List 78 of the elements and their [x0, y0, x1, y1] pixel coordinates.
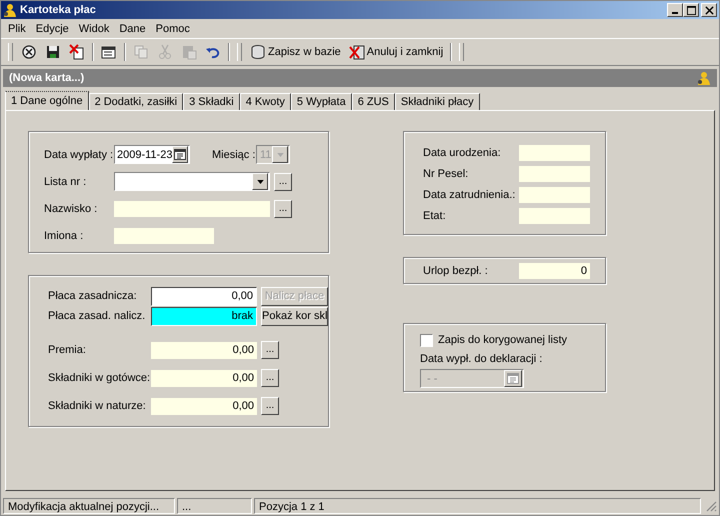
copy-icon — [133, 44, 149, 60]
minimize-button[interactable] — [667, 3, 683, 17]
show-button[interactable]: Pokaż kor skl — [261, 306, 328, 326]
field-label: Nr Pesel: — [423, 168, 470, 180]
input-field[interactable] — [519, 166, 590, 182]
close-button[interactable] — [701, 3, 717, 17]
field-label: Miesiąc : — [212, 148, 256, 160]
menu-item[interactable]: Widok — [74, 22, 114, 34]
field-label: Nazwisko : — [44, 202, 98, 214]
checkbox[interactable] — [420, 334, 433, 346]
tab[interactable]: 3 Składki — [183, 93, 240, 110]
paste-icon — [181, 44, 197, 60]
names-field[interactable] — [114, 228, 214, 244]
menu-item[interactable]: Pomoc — [150, 22, 195, 34]
database-icon — [250, 44, 266, 60]
maximize-icon — [686, 6, 696, 14]
window-icon — [101, 44, 117, 60]
field-label: Płaca zasadnicza: — [48, 290, 138, 302]
field-label: Data zatrudnienia.: — [423, 189, 516, 201]
delete-document-icon — [69, 44, 85, 60]
tab[interactable]: 4 Kwoty — [240, 93, 291, 110]
cancel-button[interactable]: Anuluj i zamknij — [346, 42, 446, 62]
list-dropdown[interactable] — [114, 172, 270, 191]
amount-field[interactable]: 0,00 — [151, 370, 257, 386]
tab[interactable]: 6 ZUS — [352, 93, 395, 110]
field-label: Premia: — [48, 344, 87, 356]
cancel-circle-icon — [21, 44, 37, 60]
surname-field[interactable] — [114, 200, 270, 216]
checkbox-label: Zapis do korygowanej listy — [438, 334, 568, 346]
amount-field[interactable]: 0,00 — [151, 342, 257, 358]
tab[interactable]: 2 Dodatki, zasiłki — [88, 93, 184, 110]
tab[interactable]: 1 Dane ogólne — [5, 91, 89, 110]
browse-button[interactable]: ... — [274, 200, 292, 218]
calendar-icon — [174, 149, 186, 160]
field-label: Urlop bezpł. : — [423, 265, 489, 277]
cancel-icon — [348, 44, 365, 60]
person-icon — [3, 3, 17, 17]
field-label: Płaca zasad. nalicz. — [48, 310, 146, 322]
browse-button[interactable]: ... — [274, 172, 292, 190]
menu-item[interactable]: Edycje — [30, 22, 74, 34]
calculated-salary-field[interactable]: brak — [151, 306, 257, 326]
status-text: Pozycja 1 z 1 — [254, 498, 701, 514]
tab[interactable]: 5 Wypłata — [290, 93, 352, 110]
save-button[interactable]: Zapisz w bazie — [247, 42, 344, 62]
caret-icon — [256, 180, 264, 184]
calendar-icon — [507, 373, 519, 384]
field-label: Imiona : — [44, 230, 84, 242]
field-label: Składniki w naturze: — [48, 400, 147, 412]
field-label: Lista nr : — [44, 176, 88, 188]
window-title: Kartoteka płac — [20, 4, 96, 16]
caret-icon — [276, 152, 284, 156]
close-icon — [704, 6, 714, 14]
salary-field[interactable]: 0,00 — [151, 286, 257, 306]
browse-button[interactable]: ... — [261, 397, 279, 415]
status-text: Modyfikacja aktualnej pozycji... — [3, 498, 175, 514]
menu-item[interactable]: Dane — [114, 22, 151, 34]
minimize-icon — [672, 12, 678, 14]
tab[interactable]: Składniki płacy — [394, 93, 480, 110]
input-field[interactable] — [519, 145, 590, 161]
input-field[interactable] — [519, 208, 590, 224]
field-label: Etat: — [423, 210, 447, 222]
amount-field[interactable]: 0,00 — [151, 398, 257, 414]
input-field[interactable] — [519, 187, 590, 203]
browse-button[interactable]: ... — [261, 369, 279, 387]
browse-button[interactable]: ... — [261, 341, 279, 359]
field-label: Składniki w gotówce: — [48, 372, 151, 384]
leave-field[interactable]: 0 — [519, 263, 590, 279]
scissors-icon — [157, 44, 173, 60]
field-label: Data urodzenia: — [423, 147, 502, 159]
resize-grip-icon — [705, 500, 717, 512]
maximize-button[interactable] — [683, 3, 699, 17]
status-text: ... — [177, 498, 252, 514]
field-label: Data wypł. do deklaracji : — [420, 353, 544, 365]
field-label: Data wypłaty : — [44, 148, 114, 160]
record-title: (Nowa karta...) — [9, 72, 84, 84]
person-icon — [697, 71, 711, 85]
date-field[interactable]: 2009-11-23 — [114, 145, 190, 164]
menu-item[interactable]: Plik — [3, 22, 31, 34]
